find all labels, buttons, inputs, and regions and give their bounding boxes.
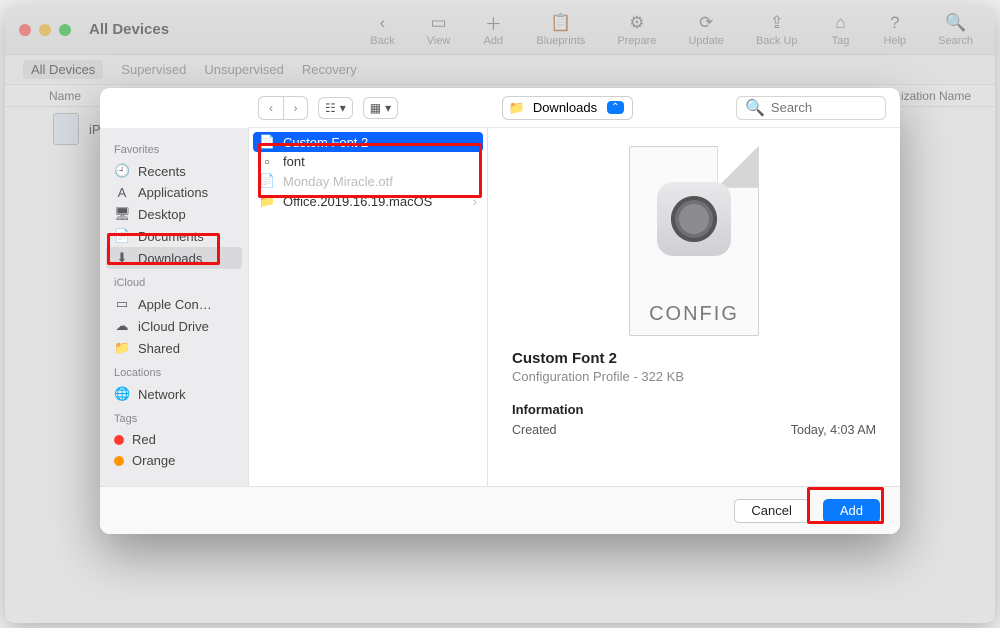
path-popup[interactable]: 📁 Downloads ⌃: [502, 96, 633, 120]
sidebar-header-icloud: iCloud: [100, 269, 248, 293]
clock-icon: 🕘: [114, 163, 130, 179]
font-file-icon: 📄: [259, 173, 275, 189]
file-row[interactable]: 📄 Custom Font 2: [253, 132, 483, 152]
file-name: Custom Font 2: [283, 135, 368, 150]
page-fold-icon: [717, 146, 759, 188]
chevron-down-icon: ▾: [340, 101, 346, 115]
preview-pane: CONFIG Custom Font 2 Configuration Profi…: [488, 128, 900, 486]
sidebar-item-applications[interactable]: AApplications: [100, 182, 248, 203]
preview-created-label: Created: [512, 423, 556, 437]
file-name: font: [283, 154, 305, 169]
popup-chevron-icon: ⌃: [607, 101, 623, 114]
sidebar-item-downloads[interactable]: ⬇Downloads: [106, 247, 242, 269]
generic-file-icon: ▫: [259, 154, 275, 169]
sidebar-item-documents[interactable]: 📄Documents: [100, 225, 248, 247]
downloads-icon: ⬇: [114, 250, 130, 266]
file-name: Monday Miracle.otf: [283, 174, 393, 189]
applications-icon: A: [114, 185, 130, 200]
desktop-icon: 🖥: [114, 206, 130, 222]
sidebar-item-desktop[interactable]: 🖥Desktop: [100, 203, 248, 225]
file-row[interactable]: 📁 Office.2019.16.19.macOS ›: [249, 191, 487, 211]
search-input[interactable]: [771, 100, 877, 115]
cloud-icon: ☁: [114, 318, 130, 334]
view-as-columns[interactable]: ☷▾: [318, 97, 353, 119]
view-options[interactable]: ▦▾: [363, 97, 398, 119]
app-icon: ▭: [114, 296, 130, 312]
file-column: 📄 Custom Font 2 ▫ font 📄 Monday Miracle.…: [248, 128, 488, 486]
preview-created-value: Today, 4:03 AM: [791, 423, 876, 437]
file-row-disabled: 📄 Monday Miracle.otf: [249, 171, 487, 191]
nav-back-button[interactable]: ‹: [259, 97, 283, 119]
open-panel-sidebar: Favorites 🕘Recents AApplications 🖥Deskto…: [100, 128, 248, 486]
network-icon: 🌐: [114, 386, 130, 402]
preview-info-header: Information: [512, 402, 876, 417]
nav-forward-button[interactable]: ›: [283, 97, 307, 119]
folder-icon: 📁: [259, 193, 275, 209]
cancel-button[interactable]: Cancel: [734, 499, 808, 523]
sidebar-item-shared[interactable]: 📁Shared: [100, 337, 248, 359]
profile-file-icon: 📄: [259, 134, 275, 150]
search-field[interactable]: 🔍: [736, 96, 886, 120]
shared-folder-icon: 📁: [114, 340, 130, 356]
sidebar-tag-red[interactable]: Red: [100, 429, 248, 450]
preview-badge: CONFIG: [629, 303, 759, 326]
open-panel-toolbar: ‹ › ☷▾ ▦▾ 📁 Downloads ⌃ 🔍: [248, 88, 900, 128]
nav-back-forward: ‹ ›: [258, 96, 308, 120]
chevron-right-icon: ›: [473, 194, 477, 209]
path-label: Downloads: [533, 100, 597, 115]
open-panel-footer: Cancel Add: [100, 486, 900, 534]
sidebar-item-recents[interactable]: 🕘Recents: [100, 160, 248, 182]
sidebar-item-icloud-drive[interactable]: ☁iCloud Drive: [100, 315, 248, 337]
open-panel: ‹ › ☷▾ ▦▾ 📁 Downloads ⌃ 🔍 Favorites 🕘Rec…: [100, 88, 900, 534]
add-button[interactable]: Add: [823, 499, 880, 523]
gear-app-icon: [657, 182, 731, 256]
sidebar-item-network[interactable]: 🌐Network: [100, 383, 248, 405]
search-icon: 🔍: [745, 98, 765, 118]
file-list[interactable]: 📄 Custom Font 2 ▫ font 📄 Monday Miracle.…: [249, 128, 487, 486]
folder-icon: 📁: [509, 100, 525, 116]
preview-thumbnail: CONFIG: [629, 146, 759, 336]
chevron-down-icon: ▾: [385, 101, 391, 115]
grid-icon: ▦: [370, 101, 381, 115]
file-name: Office.2019.16.19.macOS: [283, 194, 432, 209]
columns-icon: ☷: [325, 101, 336, 115]
preview-file-name: Custom Font 2: [512, 350, 876, 367]
sidebar-header-locations: Locations: [100, 359, 248, 383]
sidebar-item-apple-configurator[interactable]: ▭Apple Con…: [100, 293, 248, 315]
sidebar-tag-orange[interactable]: Orange: [100, 450, 248, 471]
tag-dot-icon: [114, 435, 124, 445]
documents-icon: 📄: [114, 228, 130, 244]
sidebar-header-favorites: Favorites: [100, 136, 248, 160]
file-row[interactable]: ▫ font: [249, 152, 487, 171]
sidebar-header-tags: Tags: [100, 405, 248, 429]
preview-file-kind: Configuration Profile - 322 KB: [512, 369, 876, 384]
tag-dot-icon: [114, 456, 124, 466]
